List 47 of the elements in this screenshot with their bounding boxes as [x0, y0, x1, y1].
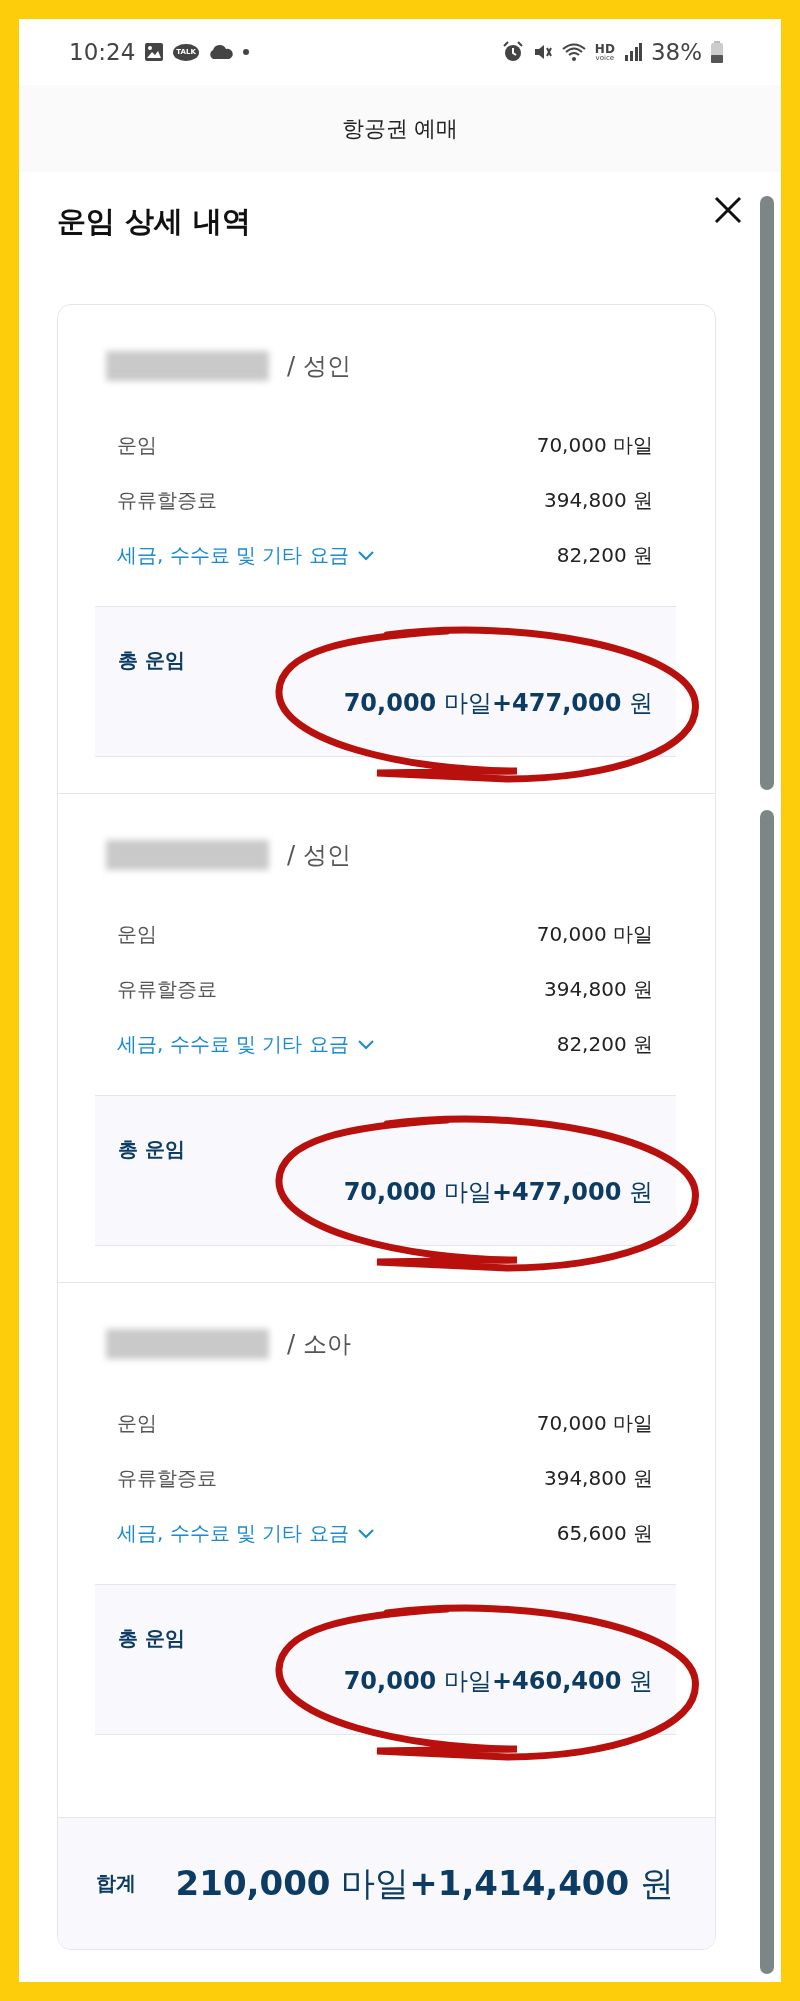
fare-value: 82,200 원 — [556, 542, 653, 569]
status-time: 10:24 — [69, 39, 136, 65]
fare-label: 유류할증료 — [117, 1465, 217, 1492]
fare-label: 운임 — [117, 921, 157, 948]
fare-label: 유류할증료 — [117, 976, 217, 1003]
total-amount: 70,000 마일+477,000 원 — [343, 688, 653, 719]
chevron-icon — [356, 549, 375, 562]
total-label: 총 운임 — [118, 647, 186, 674]
cloud-icon — [207, 44, 234, 60]
fee-details-link[interactable]: 세금, 수수료 및 기타 요금 — [117, 1031, 375, 1058]
fare-label: 유류할증료 — [117, 487, 217, 514]
fare-value: 394,800 원 — [543, 1465, 653, 1492]
fee-details-link[interactable]: 세금, 수수료 및 기타 요금 — [117, 1520, 375, 1547]
fare-value: 70,000 마일 — [536, 921, 653, 948]
fare-value: 65,600 원 — [556, 1520, 653, 1547]
battery-icon — [711, 41, 723, 63]
total-amount: 70,000 마일+477,000 원 — [343, 1177, 653, 1208]
hd-label: HD — [594, 42, 615, 55]
chevron-icon — [356, 1038, 375, 1051]
sheet-title: 운임 상세 내역 — [57, 203, 252, 240]
total-label: 총 운임 — [118, 1136, 186, 1163]
scrollbar[interactable] — [760, 196, 774, 1976]
grand-total-amount: 210,000 마일+1,414,400 원 — [175, 1861, 674, 1905]
image-icon — [144, 42, 165, 62]
chevron-icon — [356, 1527, 375, 1540]
passenger-type: / 소아 — [287, 1329, 351, 1360]
signal-icon — [623, 43, 642, 61]
battery-level: 38% — [650, 39, 702, 65]
fare-label: 운임 — [117, 1410, 157, 1437]
total-label: 총 운임 — [118, 1625, 186, 1652]
dot-icon — [242, 49, 249, 55]
fee-details-link[interactable]: 세금, 수수료 및 기타 요금 — [117, 542, 375, 569]
fare-value: 394,800 원 — [543, 976, 653, 1003]
passenger-type: / 성인 — [287, 840, 351, 871]
close-icon[interactable] — [714, 196, 742, 224]
wifi-icon — [561, 42, 586, 62]
total-amount: 70,000 마일+460,400 원 — [343, 1666, 653, 1697]
grand-total-label: 합계 — [96, 1870, 136, 1897]
page-title: 항공권 예매 — [341, 114, 459, 143]
fare-value: 70,000 마일 — [536, 432, 653, 459]
mute-icon — [532, 42, 553, 62]
alarm-icon — [501, 41, 524, 63]
fare-value: 394,800 원 — [543, 487, 653, 514]
fare-value: 70,000 마일 — [536, 1410, 653, 1437]
fare-value: 82,200 원 — [556, 1031, 653, 1058]
passenger-type: / 성인 — [287, 351, 351, 382]
fare-label: 운임 — [117, 432, 157, 459]
